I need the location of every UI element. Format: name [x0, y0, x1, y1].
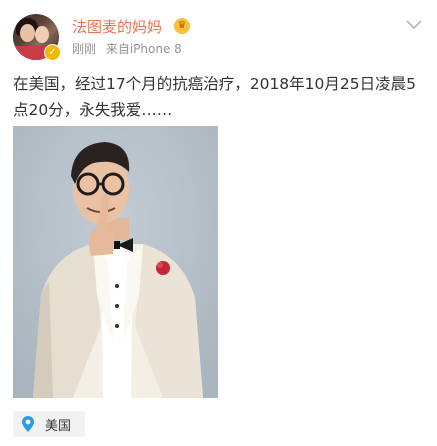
chevron-down-icon[interactable]	[405, 18, 423, 32]
post-photo[interactable]	[13, 126, 218, 398]
location-tag[interactable]: 美国	[13, 411, 86, 437]
post-header: ✓ 法图麦的妈妈 ♛ 刚刚 来自iPhone 8	[0, 0, 437, 66]
weibo-post: ✓ 法图麦的妈妈 ♛ 刚刚 来自iPhone 8 在美国，经过17个月的抗癌治疗…	[0, 0, 437, 446]
location-label: 美国	[45, 418, 72, 434]
verified-badge-icon: ✓	[44, 44, 61, 61]
map-pin-icon	[22, 416, 34, 432]
username-link[interactable]: 法图麦的妈妈	[72, 16, 162, 37]
avatar[interactable]: ✓	[13, 14, 61, 61]
vip-crown-icon[interactable]: ♛	[174, 18, 190, 34]
man-in-white-tuxedo-photo	[13, 126, 218, 398]
post-meta: 刚刚 来自iPhone 8	[72, 40, 182, 57]
post-time: 刚刚	[72, 42, 97, 56]
post-text: 在美国，经过17个月的抗癌治疗，2018年10月25日凌晨5点20分，永失我爱……	[13, 75, 416, 119]
post-source: 来自iPhone 8	[105, 42, 182, 56]
